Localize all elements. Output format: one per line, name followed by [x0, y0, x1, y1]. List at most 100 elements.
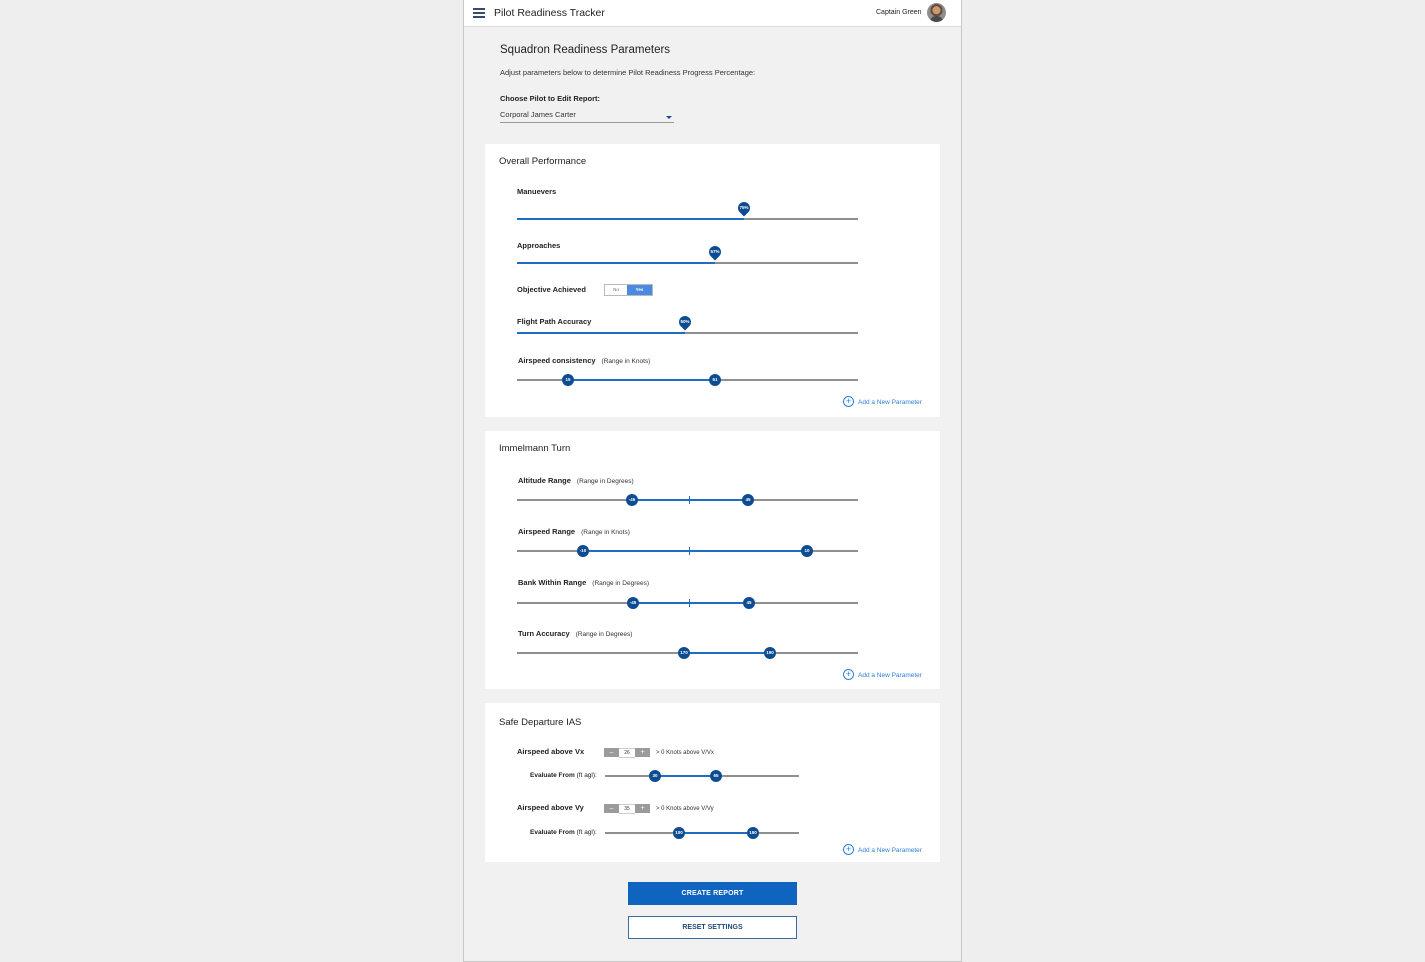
- vx-evaluate-unit: (ft agl):: [576, 772, 597, 779]
- altitude-range-unit: (Range in Degrees): [576, 478, 634, 485]
- add-parameter-link[interactable]: + Add a New Parameter: [843, 844, 922, 855]
- increment-button[interactable]: +: [635, 748, 650, 757]
- maneuvers-slider[interactable]: 75%: [517, 199, 858, 220]
- vy-evaluate-unit: (ft agl):: [576, 829, 597, 836]
- user-name[interactable]: Captain Green: [876, 9, 922, 16]
- bank-range-high-handle[interactable]: 45: [743, 597, 755, 609]
- bank-range-low-handle[interactable]: -45: [627, 597, 639, 609]
- airspeed-consistency-fill: [568, 379, 715, 381]
- vx-evaluate-label: Evaluate From (ft agl):: [530, 772, 597, 779]
- vy-evaluate-low-handle[interactable]: 100: [673, 827, 685, 839]
- add-parameter-label: Add a New Parameter: [858, 399, 922, 407]
- flight-path-label: Flight Path Accuracy: [517, 317, 591, 326]
- turn-accuracy-low-handle[interactable]: 170: [678, 647, 690, 659]
- card-title: Overall Performance: [499, 156, 587, 167]
- airspeed-consistency-low-handle[interactable]: 15: [562, 374, 574, 386]
- bank-range-label: Bank Within Range (Range in Degrees): [518, 578, 649, 587]
- turn-accuracy-label-text: Turn Accuracy: [518, 629, 570, 638]
- turn-accuracy-slider[interactable]: 170 190: [517, 647, 858, 659]
- decrement-button[interactable]: –: [604, 748, 619, 757]
- airspeed-vy-value[interactable]: 35: [619, 804, 635, 814]
- airspeed-vx-value[interactable]: 26: [619, 748, 635, 758]
- airspeed-vy-label: Airspeed above Vy: [517, 803, 584, 812]
- altitude-range-label-text: Altitude Range: [518, 476, 571, 485]
- altitude-range-high-handle[interactable]: 45: [742, 494, 754, 506]
- bank-range-center-tick: [688, 599, 690, 607]
- safe-departure-card: Safe Departure IAS Airspeed above Vx – 2…: [485, 703, 940, 862]
- flight-path-slider-fill: [517, 332, 685, 334]
- create-report-button[interactable]: CREATE REPORT: [628, 882, 797, 905]
- pilot-select-label: Choose Pilot to Edit Report:: [500, 94, 600, 103]
- add-parameter-link[interactable]: + Add a New Parameter: [843, 669, 922, 680]
- maneuvers-slider-handle[interactable]: 75%: [735, 199, 753, 217]
- altitude-range-label: Altitude Range (Range in Degrees): [518, 476, 634, 485]
- turn-accuracy-unit: (Range in Degrees): [575, 631, 633, 638]
- turn-accuracy-label: Turn Accuracy (Range in Degrees): [518, 629, 632, 638]
- airspeed-consistency-label: Airspeed consistency (Range in Knots): [518, 356, 650, 365]
- vy-evaluate-fill: [679, 832, 753, 834]
- airspeed-consistency-unit: (Range in Knots): [601, 358, 651, 365]
- add-circle-icon: +: [843, 844, 854, 855]
- objective-toggle-no[interactable]: No: [605, 285, 627, 295]
- maneuvers-value: 75%: [739, 205, 749, 210]
- chevron-down-icon[interactable]: [666, 116, 672, 119]
- vy-evaluate-label-text: Evaluate From: [530, 829, 575, 836]
- add-parameter-link[interactable]: + Add a New Parameter: [843, 396, 922, 407]
- maneuvers-slider-fill: [517, 218, 744, 220]
- bank-range-unit: (Range in Degrees): [592, 580, 650, 587]
- vx-evaluate-fill: [655, 775, 716, 777]
- vy-evaluate-high-handle[interactable]: 150: [747, 827, 759, 839]
- airspeed-consistency-label-text: Airspeed consistency: [518, 356, 596, 365]
- airspeed-consistency-high-handle[interactable]: 61: [709, 374, 721, 386]
- altitude-range-slider[interactable]: -45 45: [517, 494, 858, 506]
- vx-evaluate-slider[interactable]: 30 65: [605, 770, 799, 782]
- app-title: Pilot Readiness Tracker: [494, 7, 605, 19]
- vx-evaluate-low-handle[interactable]: 30: [649, 770, 661, 782]
- objective-toggle[interactable]: No Yes: [604, 284, 653, 296]
- bank-range-fill: [633, 602, 749, 604]
- app-window: Pilot Readiness Tracker Captain Green Sq…: [463, 0, 962, 962]
- decrement-button[interactable]: –: [604, 804, 619, 813]
- approaches-slider-handle[interactable]: 57%: [706, 243, 724, 261]
- flight-path-label-text: Flight Path Accuracy: [517, 317, 592, 326]
- turn-accuracy-fill: [684, 652, 770, 654]
- objective-label-text: Objective Achieved: [517, 285, 586, 294]
- approaches-slider[interactable]: 57%: [517, 243, 858, 264]
- airspeed-vx-label: Airspeed above Vx: [517, 747, 585, 756]
- hamburger-menu-icon[interactable]: [473, 8, 485, 18]
- airspeed-range-slider[interactable]: -10 10: [517, 545, 858, 557]
- objective-label: Objective Achieved: [517, 285, 586, 294]
- approaches-slider-fill: [517, 262, 715, 264]
- bank-range-label-text: Bank Within Range: [518, 578, 587, 587]
- airspeed-consistency-slider[interactable]: 15 61: [517, 374, 858, 386]
- altitude-range-center-tick: [688, 496, 690, 504]
- pilot-select[interactable]: Corporal James Carter: [500, 108, 674, 123]
- airspeed-range-unit: (Range in Knots): [581, 529, 630, 536]
- page-title: Squadron Readiness Parameters: [500, 44, 671, 56]
- add-parameter-label: Add a New Parameter: [858, 847, 922, 855]
- avatar[interactable]: [927, 3, 946, 22]
- page-subtitle: Adjust parameters below to determine Pil…: [500, 68, 756, 77]
- airspeed-range-low-handle[interactable]: -10: [577, 545, 589, 557]
- airspeed-vx-note: > 0 Knots above V/Vx: [656, 750, 714, 756]
- add-circle-icon: +: [843, 669, 854, 680]
- airspeed-range-label: Airspeed Range (Range in Knots): [518, 527, 630, 536]
- airspeed-range-fill: [583, 550, 807, 552]
- increment-button[interactable]: +: [635, 804, 650, 813]
- reset-settings-button[interactable]: RESET SETTINGS: [628, 916, 797, 939]
- flight-path-slider[interactable]: 50%: [517, 313, 858, 334]
- objective-toggle-yes[interactable]: Yes: [627, 285, 652, 295]
- bank-range-slider[interactable]: -45 45: [517, 597, 858, 609]
- approaches-value: 57%: [710, 249, 720, 254]
- airspeed-vy-note: > 0 Knots above V/Vy: [656, 806, 714, 812]
- flight-path-slider-handle[interactable]: 50%: [676, 313, 694, 331]
- vx-evaluate-high-handle[interactable]: 65: [710, 770, 722, 782]
- airspeed-range-high-handle[interactable]: 10: [801, 545, 813, 557]
- approaches-label-text: Approaches: [517, 241, 561, 250]
- maneuvers-label: Manuevers: [517, 187, 556, 196]
- altitude-range-low-handle[interactable]: -45: [626, 494, 638, 506]
- add-parameter-label: Add a New Parameter: [858, 672, 922, 680]
- overall-performance-card: Overall Performance Manuevers 75% Approa…: [485, 144, 940, 417]
- turn-accuracy-high-handle[interactable]: 190: [764, 647, 776, 659]
- vy-evaluate-slider[interactable]: 100 150: [605, 827, 799, 839]
